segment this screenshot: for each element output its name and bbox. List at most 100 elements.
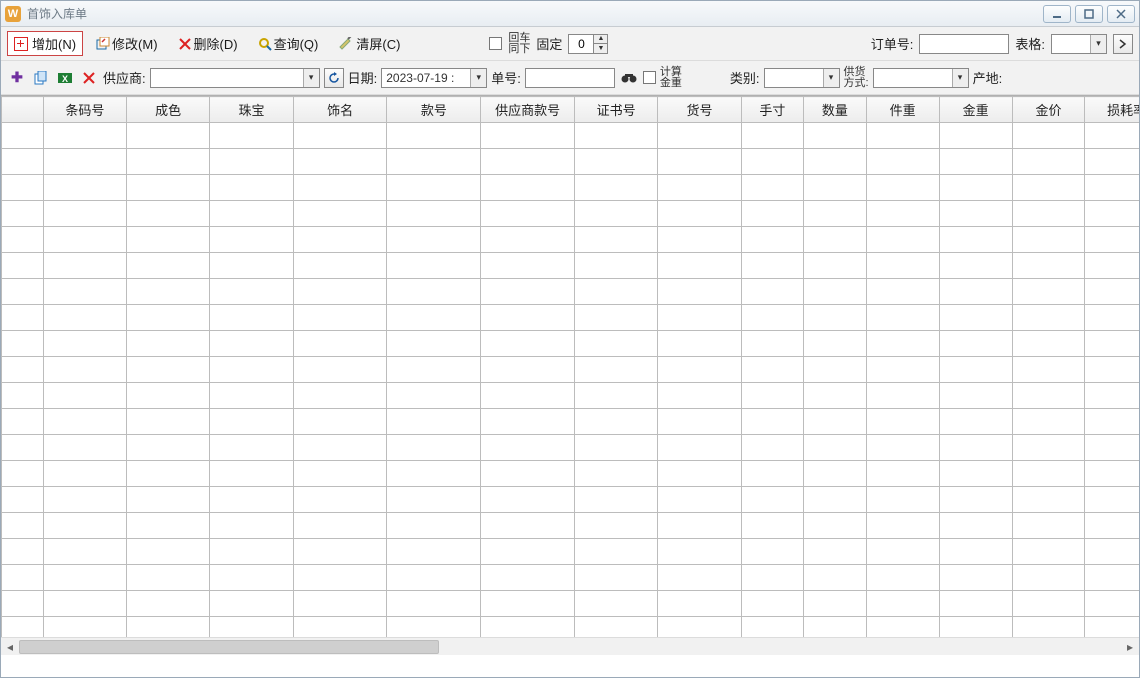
grid-cell[interactable]: [575, 123, 658, 149]
grid-cell[interactable]: [387, 409, 481, 435]
grid-cell[interactable]: [127, 461, 210, 487]
grid-cell[interactable]: [210, 539, 293, 565]
grid-cell[interactable]: [1085, 461, 1139, 487]
grid-cell[interactable]: [387, 461, 481, 487]
grid-cell[interactable]: [1085, 279, 1139, 305]
table-row[interactable]: [2, 357, 1140, 383]
grid-cell[interactable]: [804, 175, 867, 201]
grid-cell[interactable]: [2, 383, 44, 409]
tableform-next-button[interactable]: [1113, 34, 1133, 54]
scroll-thumb[interactable]: [19, 640, 439, 654]
grid-cell[interactable]: [387, 565, 481, 591]
grid-cell[interactable]: [939, 513, 1012, 539]
grid-cell[interactable]: [866, 357, 939, 383]
grid-cell[interactable]: [804, 253, 867, 279]
grid-cell[interactable]: [804, 513, 867, 539]
grid-cell[interactable]: [2, 513, 44, 539]
grid-cell[interactable]: [866, 305, 939, 331]
grid-cell[interactable]: [1012, 565, 1085, 591]
grid-cell[interactable]: [741, 539, 804, 565]
grid-cell[interactable]: [741, 227, 804, 253]
grid-cell[interactable]: [658, 383, 741, 409]
grid-cell[interactable]: [939, 435, 1012, 461]
grid-cell[interactable]: [1085, 435, 1139, 461]
grid-cell[interactable]: [1085, 201, 1139, 227]
grid-cell[interactable]: [210, 201, 293, 227]
grid-cell[interactable]: [210, 383, 293, 409]
supply-mode-combo[interactable]: ▾: [873, 68, 969, 88]
grid-cell[interactable]: [939, 409, 1012, 435]
grid-cell[interactable]: [2, 123, 44, 149]
grid-cell[interactable]: [210, 409, 293, 435]
grid-cell[interactable]: [387, 357, 481, 383]
grid-cell[interactable]: [1085, 513, 1139, 539]
grid-cell[interactable]: [1012, 487, 1085, 513]
grid-cell[interactable]: [1012, 123, 1085, 149]
grid-cell[interactable]: [1012, 539, 1085, 565]
table-row[interactable]: [2, 123, 1140, 149]
grid-cell[interactable]: [481, 487, 575, 513]
grid-cell[interactable]: [575, 305, 658, 331]
grid-cell[interactable]: [2, 227, 44, 253]
table-row[interactable]: [2, 201, 1140, 227]
grid-cell[interactable]: [804, 539, 867, 565]
grid-cell[interactable]: [804, 123, 867, 149]
grid-cell[interactable]: [43, 331, 126, 357]
grid-cell[interactable]: [939, 253, 1012, 279]
grid-cell[interactable]: [1012, 383, 1085, 409]
grid-cell[interactable]: [387, 123, 481, 149]
grid-cell[interactable]: [1012, 591, 1085, 617]
grid-cell[interactable]: [658, 149, 741, 175]
table-row[interactable]: [2, 409, 1140, 435]
grid-cell[interactable]: [127, 513, 210, 539]
table-row[interactable]: [2, 253, 1140, 279]
column-header[interactable]: 金重: [939, 97, 1012, 123]
grid-cell[interactable]: [658, 539, 741, 565]
grid-cell[interactable]: [210, 435, 293, 461]
grid-cell[interactable]: [210, 149, 293, 175]
grid-cell[interactable]: [866, 565, 939, 591]
grid-cell[interactable]: [575, 409, 658, 435]
grid-cell[interactable]: [43, 513, 126, 539]
grid-cell[interactable]: [939, 279, 1012, 305]
grid-cell[interactable]: [210, 305, 293, 331]
grid-cell[interactable]: [481, 331, 575, 357]
grid-cell[interactable]: [2, 539, 44, 565]
grid-cell[interactable]: [939, 487, 1012, 513]
grid-cell[interactable]: [127, 539, 210, 565]
scroll-right-button[interactable]: ▸: [1121, 639, 1139, 655]
grid-cell[interactable]: [2, 461, 44, 487]
grid-cell[interactable]: [210, 487, 293, 513]
grid-cell[interactable]: [43, 357, 126, 383]
grid-cell[interactable]: [741, 331, 804, 357]
find-button[interactable]: [619, 68, 639, 88]
column-header[interactable]: 珠宝: [210, 97, 293, 123]
grid-cell[interactable]: [127, 565, 210, 591]
grid-cell[interactable]: [1012, 149, 1085, 175]
grid-cell[interactable]: [127, 409, 210, 435]
grid-cell[interactable]: [127, 331, 210, 357]
column-header[interactable]: 证书号: [575, 97, 658, 123]
grid-cell[interactable]: [2, 487, 44, 513]
grid-cell[interactable]: [1012, 331, 1085, 357]
chevron-down-icon[interactable]: ▾: [470, 69, 486, 87]
table-row[interactable]: [2, 435, 1140, 461]
grid-cell[interactable]: [293, 227, 387, 253]
grid-cell[interactable]: [575, 565, 658, 591]
grid-cell[interactable]: [804, 279, 867, 305]
grid-cell[interactable]: [939, 149, 1012, 175]
grid-cell[interactable]: [210, 591, 293, 617]
grid-cell[interactable]: [293, 201, 387, 227]
grid-cell[interactable]: [575, 253, 658, 279]
table-row[interactable]: [2, 331, 1140, 357]
grid-cell[interactable]: [658, 513, 741, 539]
grid-cell[interactable]: [575, 383, 658, 409]
grid-cell[interactable]: [1012, 201, 1085, 227]
enter-jump-checkbox[interactable]: [489, 37, 502, 50]
grid-cell[interactable]: [481, 539, 575, 565]
tableform-combo[interactable]: ▾: [1051, 34, 1107, 54]
grid-cell[interactable]: [1012, 305, 1085, 331]
grid-cell[interactable]: [481, 409, 575, 435]
grid-cell[interactable]: [387, 149, 481, 175]
grid-cell[interactable]: [658, 565, 741, 591]
